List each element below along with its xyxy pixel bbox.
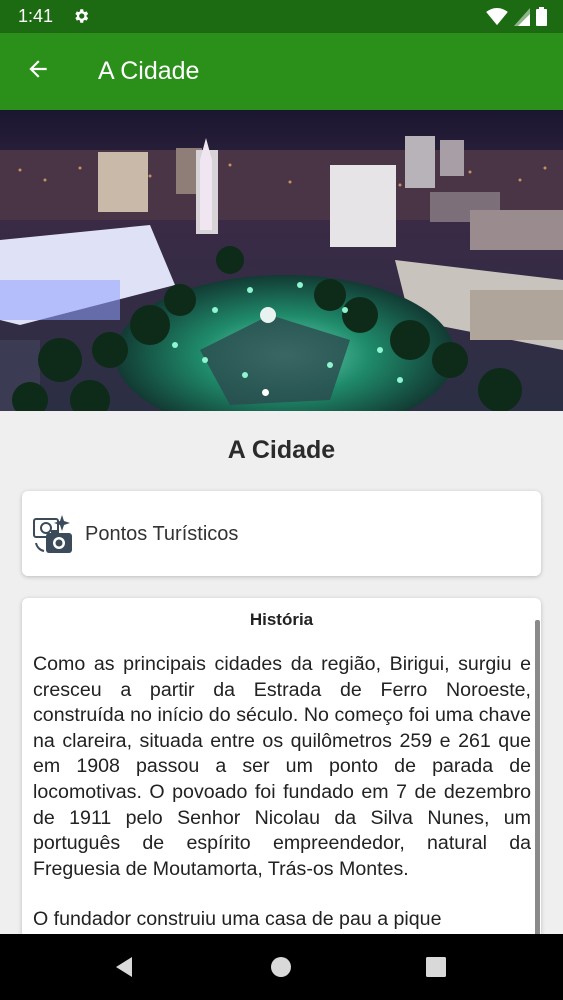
tourist-photo-icon xyxy=(32,513,74,555)
status-time: 1:41 xyxy=(18,6,54,26)
gear-icon xyxy=(72,7,90,25)
tourist-spots-button[interactable]: Pontos Turísticos xyxy=(22,491,541,576)
page-title: A Cidade xyxy=(227,436,336,464)
status-bar: 1:41 xyxy=(0,0,563,33)
home-circle-icon[interactable] xyxy=(266,952,296,982)
app-title: A Cidade xyxy=(98,57,200,85)
back-button[interactable] xyxy=(20,53,56,89)
battery-icon xyxy=(536,7,547,31)
history-text: Como as principais cidades da região, Bi… xyxy=(33,652,531,933)
city-night-photo xyxy=(0,110,563,411)
history-card[interactable]: História Como as principais cidades da r… xyxy=(22,598,541,958)
signal-icon xyxy=(514,7,530,31)
history-title: História xyxy=(249,610,314,629)
tourist-spots-label: Pontos Turísticos xyxy=(85,523,239,545)
history-paragraph: O fundador construiu uma casa de pau a p… xyxy=(33,908,442,931)
carousel-page-indicator[interactable] xyxy=(262,389,269,396)
app-bar: A Cidade xyxy=(0,33,563,110)
history-paragraph: Como as principais cidades da região, Bi… xyxy=(33,653,531,880)
scrollbar[interactable] xyxy=(535,620,540,950)
recents-square-icon[interactable] xyxy=(421,952,451,982)
arrow-back-icon xyxy=(25,56,51,87)
system-nav-bar xyxy=(0,934,563,1000)
city-image-carousel[interactable] xyxy=(0,110,563,411)
back-triangle-icon[interactable] xyxy=(110,952,140,982)
wifi-icon xyxy=(486,7,508,31)
